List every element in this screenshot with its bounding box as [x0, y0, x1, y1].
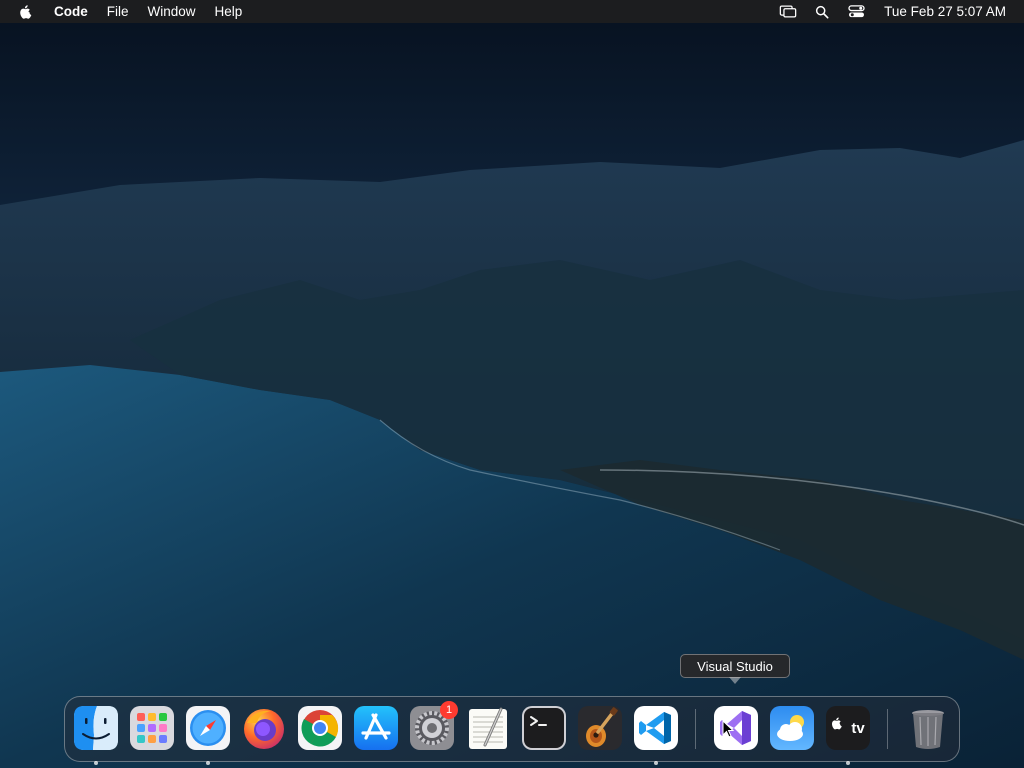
menu-bar-clock[interactable]: Tue Feb 27 5:07 AM — [884, 4, 1006, 19]
dock-item-textedit[interactable] — [465, 705, 511, 751]
menu-bar-status-area: Tue Feb 27 5:07 AM — [778, 0, 1024, 23]
weather-icon — [770, 706, 814, 750]
dock-divider — [695, 709, 696, 749]
dock-item-visual-studio[interactable] — [713, 705, 759, 751]
dock-item-app-store[interactable] — [353, 705, 399, 751]
safari-icon — [186, 706, 230, 750]
finder-icon — [74, 706, 118, 750]
notification-badge: 1 — [440, 701, 458, 719]
screen-mirroring-icon[interactable] — [778, 4, 798, 20]
dock-item-apple-tv[interactable]: tv — [825, 705, 871, 765]
dock-item-firefox[interactable] — [241, 705, 287, 751]
visual-studio-icon — [714, 706, 758, 750]
dock-item-vscode[interactable] — [633, 705, 679, 765]
dock-item-weather[interactable] — [769, 705, 815, 751]
dock-tooltip: Visual Studio — [680, 654, 790, 684]
firefox-icon — [244, 709, 284, 749]
menu-window[interactable]: Window — [148, 4, 196, 19]
running-indicator — [846, 761, 850, 765]
dock-item-trash[interactable] — [905, 705, 951, 751]
garageband-icon — [578, 706, 622, 750]
terminal-icon — [522, 706, 566, 750]
launchpad-icon — [130, 706, 174, 750]
apple-menu-icon[interactable] — [18, 4, 34, 20]
mouse-cursor-icon — [722, 720, 734, 738]
running-indicator — [654, 761, 658, 765]
menu-file[interactable]: File — [107, 4, 129, 19]
spotlight-search-icon[interactable] — [812, 4, 832, 20]
dock-divider — [887, 709, 888, 749]
dock-item-terminal[interactable] — [521, 705, 567, 751]
desktop-wallpaper — [0, 0, 1024, 768]
dock: 1 tv — [64, 696, 960, 765]
trash-icon — [912, 710, 944, 749]
chrome-icon — [298, 706, 342, 750]
apple-tv-label: tv — [851, 719, 865, 737]
vscode-icon — [634, 706, 678, 750]
menu-help[interactable]: Help — [215, 4, 243, 19]
running-indicator — [206, 761, 210, 765]
running-indicator — [94, 761, 98, 765]
dock-item-garageband[interactable] — [577, 705, 623, 751]
control-center-icon[interactable] — [846, 4, 866, 20]
textedit-icon — [469, 707, 507, 749]
dock-item-launchpad[interactable] — [129, 705, 175, 751]
app-store-icon — [354, 706, 398, 750]
menu-app-name[interactable]: Code — [54, 4, 88, 19]
dock-item-chrome[interactable] — [297, 705, 343, 751]
menu-bar: Code File Window Help Tue Feb 27 5:07 AM — [0, 0, 1024, 23]
dock-item-system-preferences[interactable]: 1 — [409, 701, 458, 751]
dock-item-finder[interactable] — [73, 705, 119, 765]
dock-item-safari[interactable] — [185, 705, 231, 765]
